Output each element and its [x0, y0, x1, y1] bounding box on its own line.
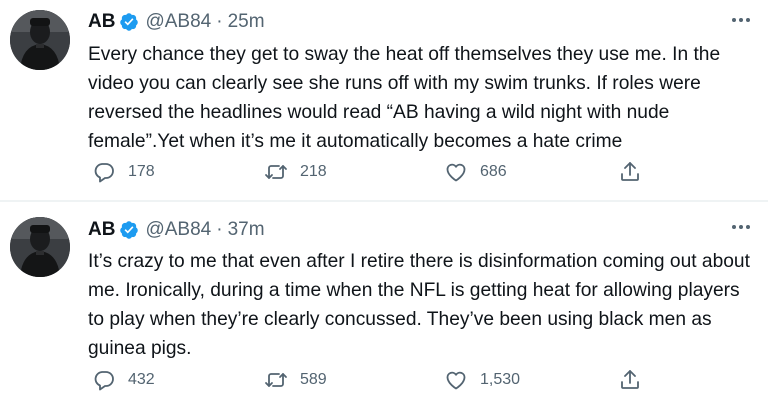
retweet-button[interactable]: 589	[264, 365, 327, 395]
more-options-icon[interactable]	[728, 217, 754, 237]
like-button[interactable]: 686	[444, 157, 507, 187]
heart-icon	[444, 160, 468, 184]
verified-badge-icon	[119, 220, 139, 240]
avatar-image	[10, 10, 70, 70]
reply-count: 178	[128, 163, 155, 180]
tweet-text: It’s crazy to me that even after I retir…	[88, 251, 750, 359]
like-count: 1,530	[480, 371, 521, 388]
tweet[interactable]: AB @AB84 · 37m It’s crazy to me that eve…	[0, 203, 768, 405]
reply-count: 432	[128, 371, 155, 388]
separator-dot: ·	[216, 219, 223, 240]
tweet-header: AB @AB84 · 25m	[88, 8, 265, 36]
more-options-icon[interactable]	[728, 10, 754, 30]
timestamp[interactable]: 37m	[228, 219, 265, 241]
tweet-text: Every chance they get to sway the heat o…	[88, 44, 721, 152]
author-name[interactable]: AB	[88, 11, 115, 33]
retweet-count: 589	[300, 371, 327, 388]
retweet-button[interactable]: 218	[264, 157, 327, 187]
reply-button[interactable]: 178	[92, 157, 155, 187]
tweet-actions: 432 589 1,530	[88, 365, 668, 395]
separator-dot: ·	[216, 11, 223, 32]
author-handle[interactable]: @AB84	[145, 11, 211, 33]
avatar-image	[10, 217, 70, 277]
tweet-header: AB @AB84 · 37m	[88, 216, 265, 244]
share-icon	[618, 368, 642, 392]
tweet[interactable]: AB @AB84 · 25m Every chance they get to …	[0, 0, 768, 200]
timestamp[interactable]: 25m	[228, 11, 265, 33]
tweet-actions: 178 218 686	[88, 157, 668, 187]
author-handle[interactable]: @AB84	[145, 219, 211, 241]
retweet-count: 218	[300, 163, 327, 180]
share-icon	[618, 160, 642, 184]
share-button[interactable]	[618, 365, 642, 395]
avatar[interactable]	[10, 217, 70, 277]
like-count: 686	[480, 163, 507, 180]
share-button[interactable]	[618, 157, 642, 187]
heart-icon	[444, 368, 468, 392]
tweet-feed: AB @AB84 · 25m Every chance they get to …	[0, 0, 768, 405]
verified-badge-icon	[119, 12, 139, 32]
like-button[interactable]: 1,530	[444, 365, 520, 395]
reply-button[interactable]: 432	[92, 365, 155, 395]
avatar[interactable]	[10, 10, 70, 70]
author-name[interactable]: AB	[88, 219, 115, 241]
retweet-icon	[264, 160, 288, 184]
reply-icon	[92, 368, 116, 392]
reply-icon	[92, 160, 116, 184]
retweet-icon	[264, 368, 288, 392]
tweet-divider	[0, 200, 768, 202]
